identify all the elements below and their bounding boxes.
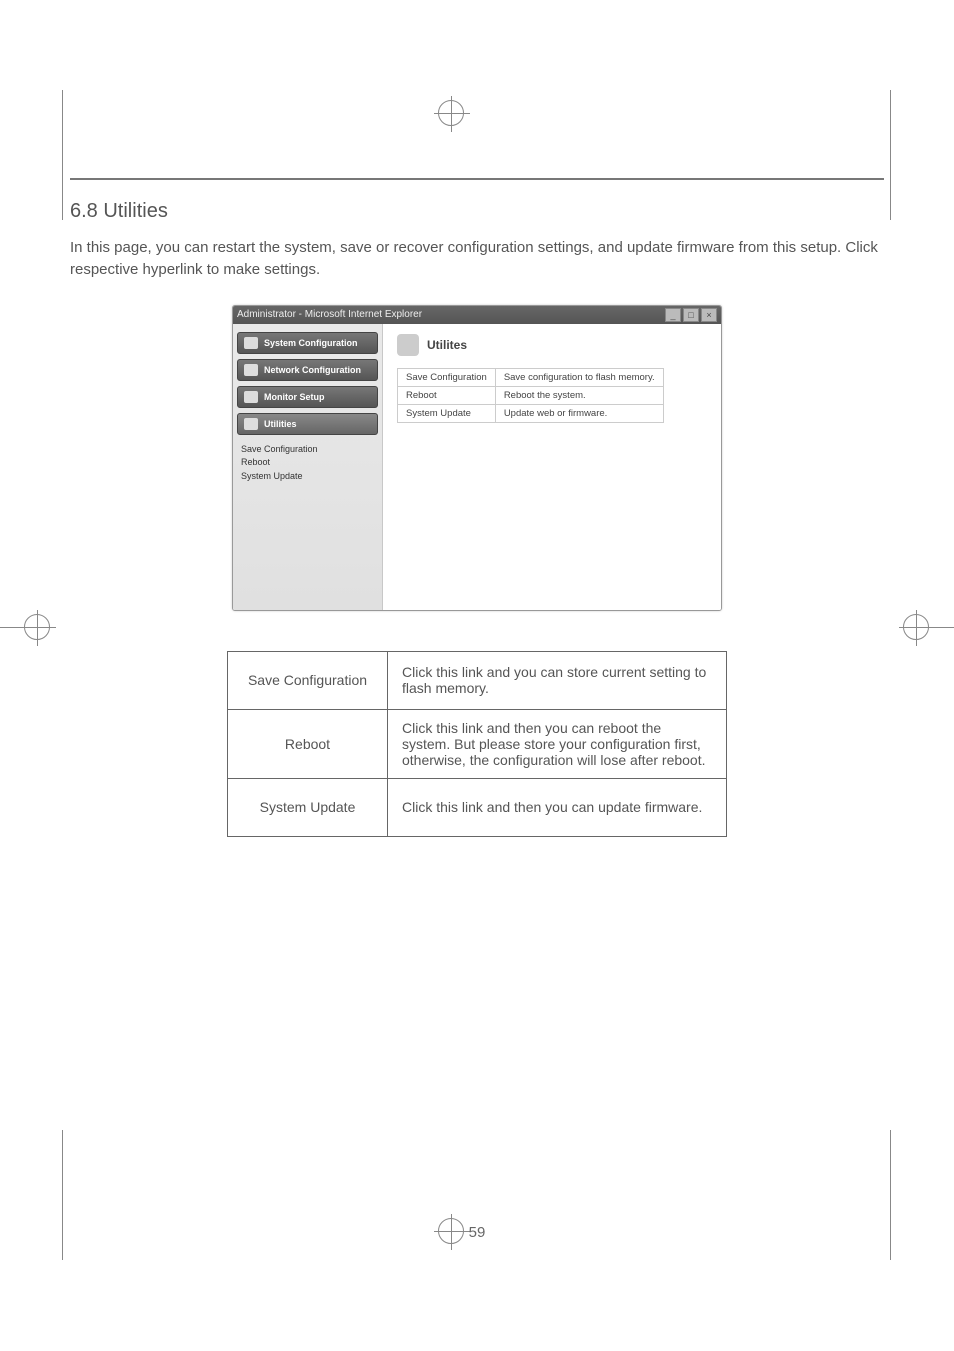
- guide-line: [904, 627, 954, 628]
- desc-key: Save Configuration: [228, 651, 388, 709]
- link-reboot[interactable]: Reboot: [398, 386, 496, 404]
- guide-line: [62, 90, 63, 220]
- crop-mark-top: [438, 100, 464, 126]
- close-button[interactable]: ×: [701, 308, 717, 322]
- nav-monitor-setup[interactable]: Monitor Setup: [237, 386, 378, 408]
- nav-pane: System Configuration Network Configurati…: [233, 324, 383, 610]
- subnav-system-update[interactable]: System Update: [241, 470, 378, 484]
- table-row: Save Configuration Save configuration to…: [398, 368, 664, 386]
- section-heading: 6.8 Utilities: [70, 200, 884, 223]
- utilities-table: Save Configuration Save configuration to…: [397, 368, 664, 423]
- nav-sub-items: Save Configuration Reboot System Update: [241, 443, 378, 484]
- desc-key: System Update: [228, 778, 388, 836]
- tools-icon: [397, 334, 419, 356]
- link-system-update[interactable]: System Update: [398, 404, 496, 422]
- section-body: In this page, you can restart the system…: [70, 237, 884, 281]
- nav-system-configuration[interactable]: System Configuration: [237, 332, 378, 354]
- nav-label: Network Configuration: [264, 365, 361, 375]
- subnav-reboot[interactable]: Reboot: [241, 456, 378, 470]
- desc-value: Click this link and then you can reboot …: [388, 709, 727, 778]
- tools-icon: [244, 418, 258, 430]
- content-pane: Utilites Save Configuration Save configu…: [383, 324, 721, 610]
- network-icon: [244, 364, 258, 376]
- table-row: Reboot Reboot the system.: [398, 386, 664, 404]
- cell-desc: Reboot the system.: [495, 386, 663, 404]
- nav-network-configuration[interactable]: Network Configuration: [237, 359, 378, 381]
- nav-label: Monitor Setup: [264, 392, 325, 402]
- display-icon: [244, 391, 258, 403]
- table-row: Reboot Click this link and then you can …: [228, 709, 727, 778]
- header-rule: [70, 178, 884, 180]
- desc-value: Click this link and then you can update …: [388, 778, 727, 836]
- cell-desc: Save configuration to flash memory.: [495, 368, 663, 386]
- table-row: System Update Click this link and then y…: [228, 778, 727, 836]
- maximize-button[interactable]: □: [683, 308, 699, 322]
- cell-desc: Update web or firmware.: [495, 404, 663, 422]
- window-title: Administrator - Microsoft Internet Explo…: [237, 309, 422, 320]
- admin-window: Administrator - Microsoft Internet Explo…: [232, 305, 722, 611]
- subnav-save-configuration[interactable]: Save Configuration: [241, 443, 378, 457]
- content-heading: Utilites: [427, 338, 467, 352]
- table-row: Save Configuration Click this link and y…: [228, 651, 727, 709]
- table-row: System Update Update web or firmware.: [398, 404, 664, 422]
- page-number: 59: [0, 1224, 954, 1241]
- link-save-configuration[interactable]: Save Configuration: [398, 368, 496, 386]
- guide-line: [0, 627, 50, 628]
- nav-utilities[interactable]: Utilities: [237, 413, 378, 435]
- minimize-button[interactable]: _: [665, 308, 681, 322]
- window-titlebar: Administrator - Microsoft Internet Explo…: [233, 306, 721, 324]
- nav-label: Utilities: [264, 419, 297, 429]
- monitor-icon: [244, 337, 258, 349]
- desc-value: Click this link and you can store curren…: [388, 651, 727, 709]
- description-table: Save Configuration Click this link and y…: [227, 651, 727, 837]
- nav-label: System Configuration: [264, 338, 358, 348]
- guide-line: [890, 90, 891, 220]
- desc-key: Reboot: [228, 709, 388, 778]
